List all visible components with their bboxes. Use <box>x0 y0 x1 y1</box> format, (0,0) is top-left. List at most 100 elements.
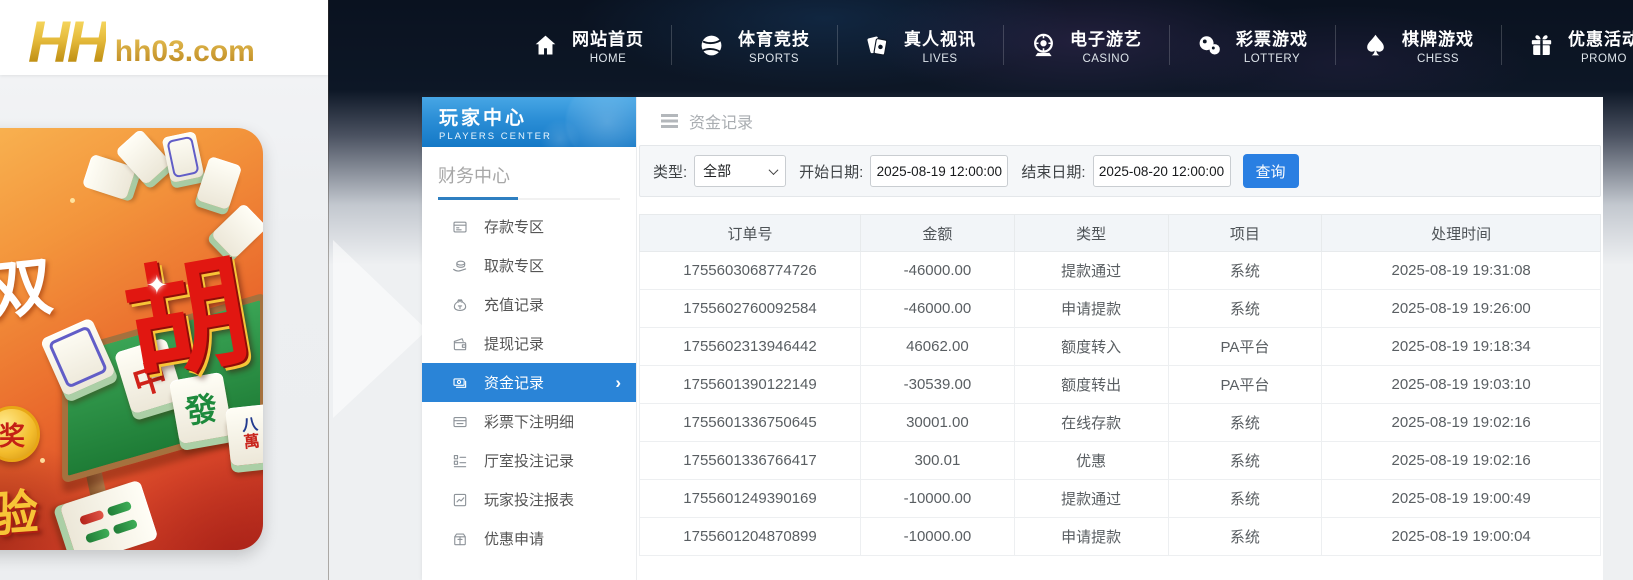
start-date-input[interactable] <box>870 155 1008 187</box>
spade-icon <box>1362 32 1389 59</box>
type-label: 类型: <box>653 161 687 182</box>
sidebar-item-recharge-log[interactable]: 充值记录 <box>422 285 636 324</box>
cell-time: 2025-08-19 19:00:04 <box>1322 518 1601 556</box>
sidebar-item-deposit[interactable]: 存款专区 <box>422 207 636 246</box>
nav-item-sports[interactable]: 体育竞技 SPORTS <box>671 16 837 74</box>
cell-type: 在线存款 <box>1014 404 1168 442</box>
filter-bar: 类型: 全部 开始日期: 结束日期: 查询 <box>639 145 1601 197</box>
table-row: 1755602760092584 -46000.00 申请提款 系统 2025-… <box>640 290 1601 328</box>
table-row: 1755601204870899 -10000.00 申请提款 系统 2025-… <box>640 518 1601 556</box>
chart-report-icon <box>451 491 469 509</box>
end-date-input[interactable] <box>1093 155 1231 187</box>
mahjong-tile <box>162 131 205 183</box>
table-row: 1755601336750645 30001.00 在线存款 系统 2025-0… <box>640 404 1601 442</box>
sidebar-item-bet-report[interactable]: 玩家投注报表 <box>422 480 636 519</box>
money-bag-icon <box>451 296 469 314</box>
cell-project: 系统 <box>1168 518 1322 556</box>
nav-label-en: LIVES <box>922 53 957 65</box>
cell-project: PA平台 <box>1168 328 1322 366</box>
nav-item-home[interactable]: 网站首页 HOME <box>505 16 671 74</box>
cell-amount: -10000.00 <box>861 480 1015 518</box>
player-center-sidebar: 玩家中心 PLAYERS CENTER 财务中心 存款专区 取款专区 <box>422 97 636 580</box>
mahjong-tile <box>196 156 243 210</box>
nav-label-zh: 真人视讯 <box>904 25 976 50</box>
page-title: 资金记录 <box>689 109 753 133</box>
cell-time: 2025-08-19 19:03:10 <box>1322 366 1601 404</box>
sidebar-item-withdraw[interactable]: 取款专区 <box>422 246 636 285</box>
table-row: 1755603068774726 -46000.00 提款通过 系统 2025-… <box>640 252 1601 290</box>
nav-label-zh: 棋牌游戏 <box>1402 25 1474 50</box>
sidebar-item-funds-log[interactable]: 资金记录 › <box>422 363 636 402</box>
cell-order: 1755601249390169 <box>640 480 861 518</box>
cell-project: 系统 <box>1168 442 1322 480</box>
table-row: 1755602313946442 46062.00 额度转入 PA平台 2025… <box>640 328 1601 366</box>
deposit-card-icon <box>451 218 469 236</box>
gift-box-icon <box>451 530 469 548</box>
cell-order: 1755602760092584 <box>640 290 861 328</box>
table-row: 1755601390122149 -30539.00 额度转出 PA平台 202… <box>640 366 1601 404</box>
nav-label-zh: 体育竞技 <box>738 25 810 50</box>
sidebar-subtitle: PLAYERS CENTER <box>439 131 636 142</box>
sidebar-item-label: 取款专区 <box>484 255 544 276</box>
wallet-icon <box>451 335 469 353</box>
ticket-list-icon <box>451 413 469 431</box>
cell-amount: -46000.00 <box>861 252 1015 290</box>
sidebar-title: 玩家中心 <box>439 103 636 130</box>
sidebar-item-label: 优惠申请 <box>484 528 544 549</box>
sidebar-item-label: 存款专区 <box>484 216 544 237</box>
chevron-right-icon: › <box>615 374 621 391</box>
cell-time: 2025-08-19 19:02:16 <box>1322 404 1601 442</box>
cell-amount: 30001.00 <box>861 404 1015 442</box>
nav-label-zh: 电子游艺 <box>1070 25 1142 50</box>
mahjong-promo-banner[interactable]: 中 發 八萬 胡 ✦ 双 奖 验 <box>0 128 263 550</box>
end-date-label: 结束日期: <box>1021 161 1085 182</box>
list-icon <box>451 452 469 470</box>
background-triangle-watermark <box>333 240 427 418</box>
main-panel: 资金记录 类型: 全部 开始日期: 结束日期: 查询 订单号 金额 类型 项目 <box>636 97 1603 580</box>
cell-order: 1755603068774726 <box>640 252 861 290</box>
cell-amount: 46062.00 <box>861 328 1015 366</box>
logo-monogram: HH <box>28 17 106 69</box>
nav-item-promo[interactable]: 优惠活动 PROMO <box>1501 16 1633 74</box>
cell-time: 2025-08-19 19:02:16 <box>1322 442 1601 480</box>
cell-time: 2025-08-19 19:18:34 <box>1322 328 1601 366</box>
hu-headline-char: 胡 <box>116 248 257 389</box>
sidebar-item-promo-apply[interactable]: 优惠申请 <box>422 519 636 558</box>
sidebar-item-lottery-detail[interactable]: 彩票下注明细 <box>422 402 636 441</box>
lottery-balls-icon <box>1196 32 1223 59</box>
nav-item-lives[interactable]: 真人视讯 LIVES <box>837 16 1003 74</box>
search-button[interactable]: 查询 <box>1243 154 1299 188</box>
cell-project: 系统 <box>1168 290 1322 328</box>
start-date-label: 开始日期: <box>799 161 863 182</box>
sparkle-dot <box>70 198 75 203</box>
cell-type: 申请提款 <box>1014 290 1168 328</box>
home-icon <box>532 32 559 59</box>
breadcrumb: 资金记录 <box>639 97 1601 145</box>
cell-type: 额度转出 <box>1014 366 1168 404</box>
sparkle-icon: ✦ <box>146 270 168 301</box>
nav-item-casino[interactable]: 电子游艺 CASINO <box>1003 16 1169 74</box>
logo[interactable]: HH hh03.com <box>0 0 328 75</box>
nav-label-zh: 网站首页 <box>572 25 644 50</box>
nav-item-chess[interactable]: 棋牌游戏 CHESS <box>1335 16 1501 74</box>
bamboo-tile <box>59 480 158 550</box>
nav-label-zh: 彩票游戏 <box>1236 25 1308 50</box>
cell-order: 1755601336766417 <box>640 442 861 480</box>
sidebar-header: 玩家中心 PLAYERS CENTER <box>422 97 636 147</box>
logo-domain: hh03.com <box>115 35 255 69</box>
sports-ball-icon <box>698 32 725 59</box>
sidebar-item-hall-bets[interactable]: 厅室投注记录 <box>422 441 636 480</box>
playing-cards-icon <box>864 32 891 59</box>
chevron-down-icon <box>769 165 779 175</box>
table-row: 1755601336766417 300.01 优惠 系统 2025-08-19… <box>640 442 1601 480</box>
nav-item-lottery[interactable]: 彩票游戏 LOTTERY <box>1169 16 1335 74</box>
menu-bars-icon[interactable] <box>661 114 678 116</box>
cell-project: PA平台 <box>1168 366 1322 404</box>
type-select[interactable]: 全部 <box>694 155 786 187</box>
sidebar-item-label: 提现记录 <box>484 333 544 354</box>
cell-time: 2025-08-19 19:00:49 <box>1322 480 1601 518</box>
table-header-row: 订单号 金额 类型 项目 处理时间 <box>640 215 1601 252</box>
hand-money-icon <box>451 257 469 275</box>
sidebar-item-withdraw-log[interactable]: 提现记录 <box>422 324 636 363</box>
cell-project: 系统 <box>1168 480 1322 518</box>
